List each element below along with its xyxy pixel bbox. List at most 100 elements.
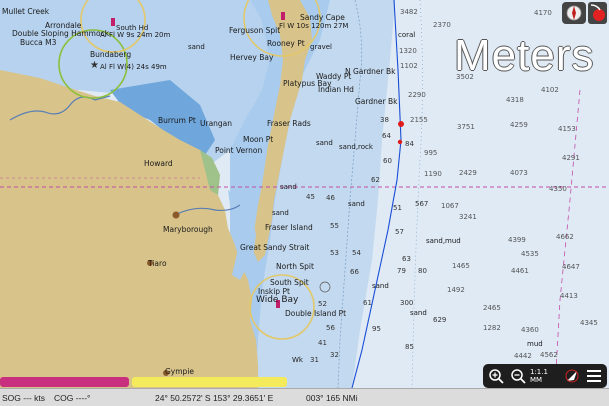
depth-sounding: 80 (418, 267, 427, 275)
ship-heading-button[interactable] (563, 366, 581, 386)
depth-sounding: 52 (318, 300, 327, 308)
seabed-label: coral (398, 31, 416, 39)
place-label: Burrum Pt (158, 116, 196, 125)
hamburger-menu-icon (587, 370, 601, 382)
light-label: Fl W 10s 120m 27M (279, 22, 349, 30)
depth-sounding: 32 (330, 351, 339, 359)
place-label: Fraser Rads (267, 119, 311, 128)
place-label: Point Vernon (215, 146, 263, 155)
current-progress-bar (132, 377, 287, 387)
zoom-out-button[interactable] (508, 366, 528, 386)
depth-sounding: 4318 (506, 96, 524, 104)
place-label: Double Island Pt (285, 309, 347, 318)
depth-sounding: 95 (372, 325, 381, 333)
cursor-position-readout: 24° 50.2572' S 153° 29.3651' E (155, 393, 274, 403)
chart-viewer[interactable]: ★ Mullet Creek Arrondale Double Sloping … (0, 0, 609, 406)
waypoint-marker[interactable] (397, 139, 403, 145)
depth-sounding: 1492 (447, 286, 465, 294)
zoom-out-icon (511, 369, 526, 384)
place-label: Rooney Pt (267, 39, 305, 48)
zoom-in-button[interactable] (486, 366, 506, 386)
depth-sounding: 2370 (433, 21, 451, 29)
place-label: Moon Pt (243, 135, 274, 144)
seabed-label: sand (316, 139, 333, 147)
depth-sounding: 55 (330, 222, 339, 230)
menu-button[interactable] (583, 366, 605, 386)
depth-sounding: 1190 (424, 170, 442, 178)
place-label: N Gardner Bk (345, 67, 396, 76)
scale-indicator[interactable]: 1:1.1 MM (530, 366, 562, 386)
seabed-label: sand,mud (426, 237, 461, 245)
depth-sounding: 53 (330, 249, 339, 257)
depth-sounding: 85 (405, 343, 414, 351)
place-label: Hervey Bay (230, 53, 274, 62)
depth-sounding: 56 (326, 324, 335, 332)
place-label: Gympie (165, 367, 195, 376)
seabed-label: sand (348, 200, 365, 208)
lighthouse-icon[interactable] (281, 12, 285, 20)
depth-sounding: 1320 (399, 47, 417, 55)
place-label: Tiaro (148, 259, 167, 268)
place-label: Wide Bay (256, 295, 299, 305)
seabed-label: gravel (310, 43, 333, 51)
place-label: North Spit (276, 262, 314, 271)
depth-sounding: 63 (402, 255, 411, 263)
status-bar: SOG --- kts COG ----° 24° 50.2572' S 153… (0, 388, 609, 406)
place-label: Great Sandy Strait (240, 243, 310, 252)
gps-status-icon (588, 2, 607, 24)
place-label: Howard (144, 159, 173, 168)
depth-sounding: 31 (310, 356, 319, 364)
depth-sounding: 57 (395, 228, 404, 236)
seabed-label: sand (372, 282, 389, 290)
depth-sounding: 3482 (400, 8, 418, 16)
place-label: Bucca M3 (20, 38, 57, 47)
depth-sounding: 84 (405, 140, 414, 148)
place-label: Maryborough (163, 225, 213, 234)
light-label: Al Fl W(4) 24s 49m (100, 63, 167, 71)
chart-toolbar: 1:1.1 MM (483, 364, 607, 388)
depth-sounding: 64 (382, 132, 391, 140)
place-label: Fraser Island (265, 223, 313, 232)
light-label: Al Fl W 9s 24m 20m (100, 31, 171, 39)
depth-sounding: 4535 (521, 250, 539, 258)
depth-sounding: 2155 (410, 116, 428, 124)
depth-sounding: 4170 (534, 9, 552, 17)
depth-sounding: 1282 (483, 324, 501, 332)
depth-sounding: 4662 (556, 233, 574, 241)
gps-status-button[interactable] (588, 2, 607, 24)
depth-sounding: 51 (393, 204, 402, 212)
depth-sounding: 4647 (562, 263, 580, 271)
seabed-label: sand (272, 209, 289, 217)
town-marker[interactable] (172, 211, 180, 219)
seabed-label: sand,rock (339, 143, 373, 151)
depth-sounding: 4413 (560, 292, 578, 300)
depth-sounding: 4399 (508, 236, 526, 244)
depth-sounding: 3751 (457, 123, 475, 131)
depth-sounding: 995 (424, 149, 438, 157)
bearing-distance-readout: 003° 165 NMi (306, 393, 358, 403)
depth-sounding: 4102 (541, 86, 559, 94)
depth-sounding: 61 (363, 299, 372, 307)
depth-sounding: 1465 (452, 262, 470, 270)
waypoint-marker[interactable] (398, 121, 404, 127)
depth-sounding: 2429 (459, 169, 477, 177)
depth-sounding: 54 (352, 249, 361, 257)
depth-sounding: 41 (318, 339, 327, 347)
lighthouse-icon[interactable]: ★ (90, 60, 99, 71)
ship-icon (565, 369, 579, 383)
depth-sounding: 79 (397, 267, 406, 275)
depth-sounding: 4259 (510, 121, 528, 129)
depth-sounding: 66 (350, 268, 359, 276)
place-label: Mullet Creek (2, 7, 50, 16)
cog-readout: COG ----° (54, 393, 91, 403)
place-label: Ferguson Spit (229, 26, 281, 35)
sog-readout: SOG --- kts (2, 393, 45, 403)
place-label: Gardner Bk (355, 97, 398, 106)
compass-button[interactable] (562, 2, 586, 24)
depth-sounding: 60 (383, 157, 392, 165)
depth-sounding: 4345 (580, 319, 598, 327)
place-label: Urangan (200, 119, 233, 128)
place-label: Platypus Bay (283, 79, 332, 88)
depth-sounding: 4461 (511, 267, 529, 275)
lighthouse-icon[interactable] (111, 18, 115, 26)
